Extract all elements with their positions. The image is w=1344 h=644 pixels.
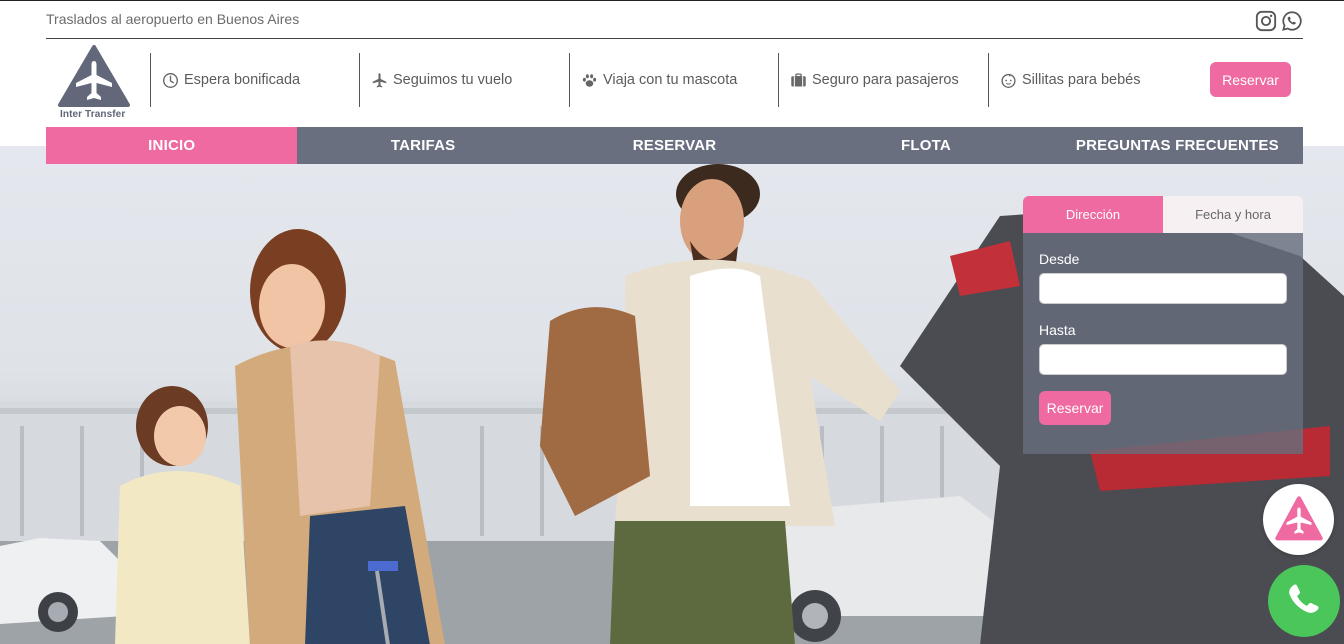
baby-icon: [999, 71, 1017, 89]
tagline: Traslados al aeropuerto en Buenos Aires: [46, 11, 300, 27]
nav-item-reservar[interactable]: RESERVAR: [549, 127, 800, 164]
feature-label: Viaja con tu mascota: [603, 72, 738, 88]
feature-item: Seguimos tu vuelo: [359, 53, 569, 107]
feature-item: Sillitas para bebés: [988, 53, 1188, 107]
top-strip: Traslados al aeropuerto en Buenos Aires: [46, 1, 1303, 39]
from-input[interactable]: [1039, 273, 1287, 304]
suitcase-icon: [789, 71, 807, 89]
logo[interactable]: Inter Transfer: [56, 45, 132, 120]
feature-item: Viaja con tu mascota: [569, 53, 778, 107]
booking-submit-button[interactable]: Reservar: [1039, 391, 1111, 425]
nav-item-tarifas[interactable]: TARIFAS: [297, 127, 548, 164]
main-nav: INICIO TARIFAS RESERVAR FLOTA PREGUNTAS …: [46, 127, 1303, 164]
header-reserve-button[interactable]: Reservar: [1210, 62, 1291, 97]
tab-fecha-y-hora[interactable]: Fecha y hora: [1163, 196, 1303, 233]
booking-form: Desde Hasta Reservar: [1023, 233, 1303, 454]
booking-widget: Dirección Fecha y hora Desde Hasta Reser…: [1023, 196, 1303, 454]
to-label: Hasta: [1039, 322, 1076, 338]
nav-item-preguntas-frecuentes[interactable]: PREGUNTAS FRECUENTES: [1052, 127, 1303, 164]
logo-plane-icon: [58, 45, 130, 107]
feature-list: Espera bonificada Seguimos tu vuelo Viaj…: [150, 53, 1188, 107]
brand-chat-button[interactable]: [1263, 484, 1334, 555]
nav-item-flota[interactable]: FLOTA: [800, 127, 1051, 164]
whatsapp-float-button[interactable]: [1268, 565, 1340, 637]
whatsapp-phone-icon: [1289, 584, 1319, 613]
paw-icon: [580, 71, 598, 89]
clock-icon: [161, 71, 179, 89]
feature-label: Sillitas para bebés: [1022, 72, 1141, 88]
social-links: [1255, 10, 1303, 32]
tab-direccion[interactable]: Dirección: [1023, 196, 1163, 233]
site-header: Inter Transfer Espera bonificada Seguimo…: [46, 41, 1303, 127]
instagram-icon[interactable]: [1255, 10, 1277, 32]
feature-label: Espera bonificada: [184, 72, 301, 88]
brand-logo-icon: [1274, 495, 1323, 540]
brand-name: Inter Transfer: [60, 109, 126, 120]
feature-label: Seguimos tu vuelo: [393, 72, 513, 88]
feature-item: Espera bonificada: [150, 53, 359, 107]
to-input[interactable]: [1039, 344, 1287, 375]
booking-tabs: Dirección Fecha y hora: [1023, 196, 1303, 233]
feature-item: Seguro para pasajeros: [778, 53, 988, 107]
plane-icon: [370, 71, 388, 89]
nav-item-inicio[interactable]: INICIO: [46, 127, 298, 164]
whatsapp-icon[interactable]: [1281, 10, 1303, 32]
from-label: Desde: [1039, 251, 1080, 267]
feature-label: Seguro para pasajeros: [812, 72, 959, 88]
